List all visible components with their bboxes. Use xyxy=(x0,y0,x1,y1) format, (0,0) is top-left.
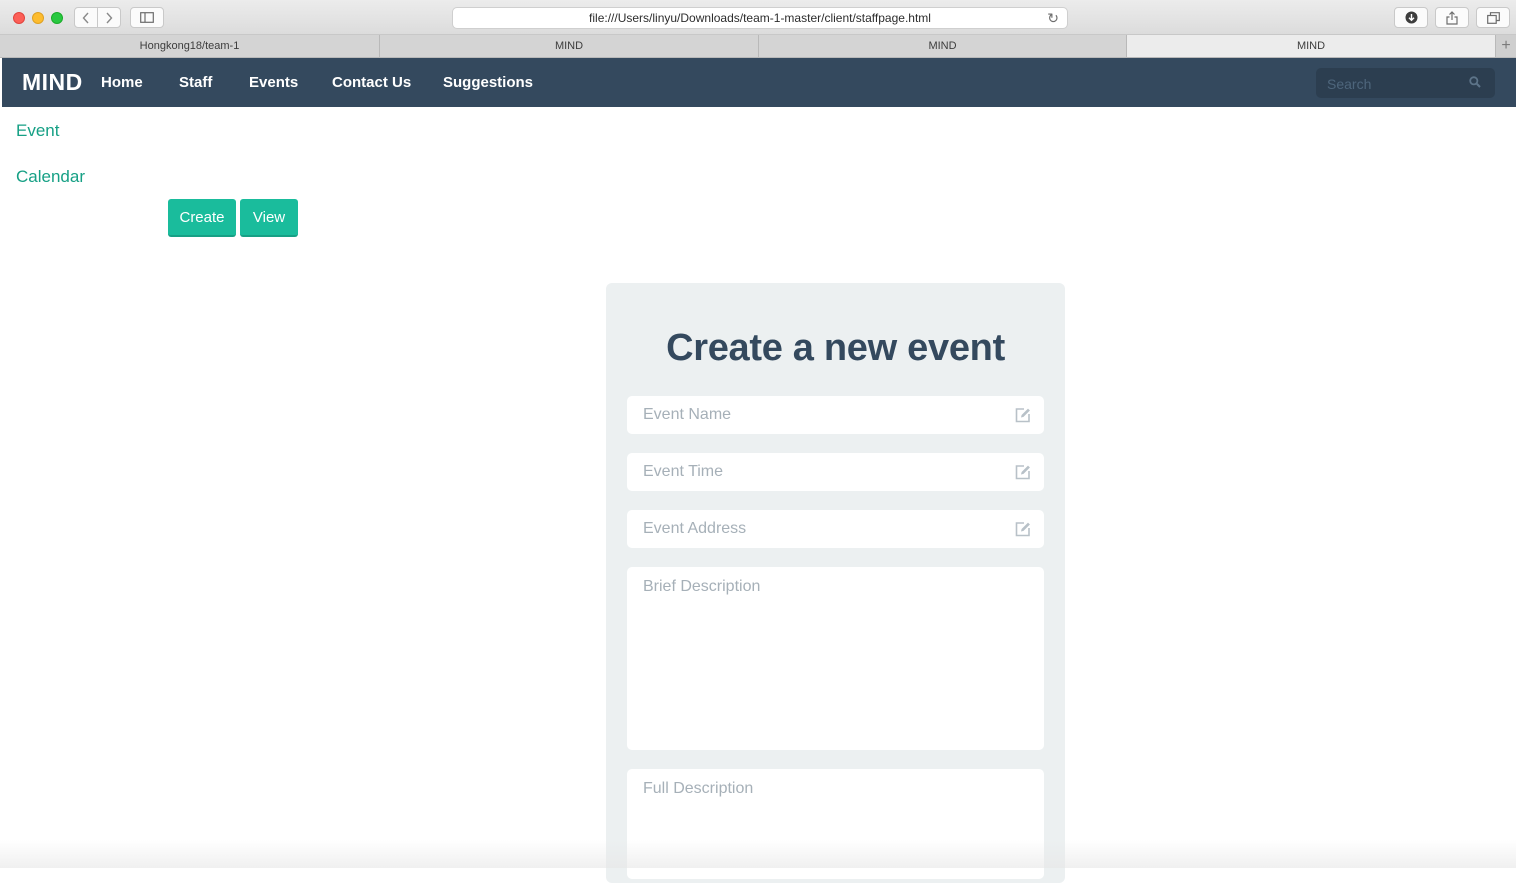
nav-link-contact-us[interactable]: Contact Us xyxy=(332,74,411,91)
search-placeholder: Search xyxy=(1327,76,1372,92)
event-address-field[interactable]: Event Address xyxy=(627,510,1044,548)
share-icon xyxy=(1446,10,1458,25)
event-address-placeholder: Event Address xyxy=(643,520,747,537)
tabs-overview-icon xyxy=(1486,11,1500,24)
address-bar[interactable]: file:///Users/linyu/Downloads/team-1-mas… xyxy=(452,7,1068,29)
forward-button[interactable] xyxy=(97,7,121,28)
share-button[interactable] xyxy=(1435,7,1469,28)
create-event-form: Create a new event Event Name Event Time… xyxy=(606,283,1065,883)
downloads-button[interactable] xyxy=(1394,7,1428,28)
brand-logo[interactable]: MIND xyxy=(22,69,83,96)
edit-icon xyxy=(1015,465,1030,480)
window-bottom-edge xyxy=(0,840,1516,868)
event-time-field[interactable]: Event Time xyxy=(627,453,1044,491)
view-button[interactable]: View xyxy=(240,199,298,237)
search-input[interactable]: Search xyxy=(1316,68,1495,98)
minimize-window-button[interactable] xyxy=(32,12,44,24)
back-button[interactable] xyxy=(74,7,98,28)
tab-mind-2[interactable]: MIND xyxy=(759,35,1127,57)
tab-hongkong18-team-1[interactable]: Hongkong18/team-1 xyxy=(0,35,380,57)
sidebar-icon xyxy=(140,12,154,23)
nav-link-staff[interactable]: Staff xyxy=(179,74,212,91)
close-window-button[interactable] xyxy=(13,12,25,24)
tab-bar: Hongkong18/team-1 MIND MIND MIND + xyxy=(0,35,1516,58)
new-tab-button[interactable]: + xyxy=(1496,35,1516,57)
form-title: Create a new event xyxy=(666,327,1005,369)
site-navbar: MIND Home Staff Events Contact Us Sugges… xyxy=(2,58,1516,107)
tab-label: Hongkong18/team-1 xyxy=(139,40,240,52)
search-icon[interactable] xyxy=(1469,76,1481,88)
sidebar-link-event[interactable]: Event xyxy=(16,121,59,141)
tab-label: MIND xyxy=(554,40,584,52)
brief-description-textarea[interactable]: Brief Description xyxy=(627,567,1044,750)
zoom-window-button[interactable] xyxy=(51,12,63,24)
nav-link-home[interactable]: Home xyxy=(101,74,143,91)
tab-label: MIND xyxy=(928,40,957,52)
create-button[interactable]: Create xyxy=(168,199,236,237)
tab-label: MIND xyxy=(1296,40,1326,52)
url-text: file:///Users/linyu/Downloads/team-1-mas… xyxy=(589,11,931,25)
download-icon xyxy=(1405,11,1417,24)
tab-mind-active[interactable]: MIND xyxy=(1127,35,1496,57)
event-name-placeholder: Event Name xyxy=(643,406,732,423)
nav-link-suggestions[interactable]: Suggestions xyxy=(443,74,533,91)
chevron-right-icon xyxy=(106,12,113,23)
nav-link-events[interactable]: Events xyxy=(249,74,298,91)
browser-titlebar: file:///Users/linyu/Downloads/team-1-mas… xyxy=(0,0,1516,35)
plus-icon: + xyxy=(1501,37,1511,54)
brief-description-placeholder: Brief Description xyxy=(643,578,761,595)
show-tabs-button[interactable] xyxy=(1476,7,1510,28)
reload-icon[interactable]: ↻ xyxy=(1047,10,1059,27)
tab-mind-1[interactable]: MIND xyxy=(380,35,759,57)
sidebar-toggle-button[interactable] xyxy=(130,7,164,28)
event-time-placeholder: Event Time xyxy=(643,463,724,480)
chevron-left-icon xyxy=(82,12,89,23)
sidebar-link-calendar[interactable]: Calendar xyxy=(16,167,85,187)
edit-icon xyxy=(1015,522,1030,537)
full-description-placeholder: Full Description xyxy=(643,780,754,797)
event-name-field[interactable]: Event Name xyxy=(627,396,1044,434)
edit-icon xyxy=(1015,408,1030,423)
